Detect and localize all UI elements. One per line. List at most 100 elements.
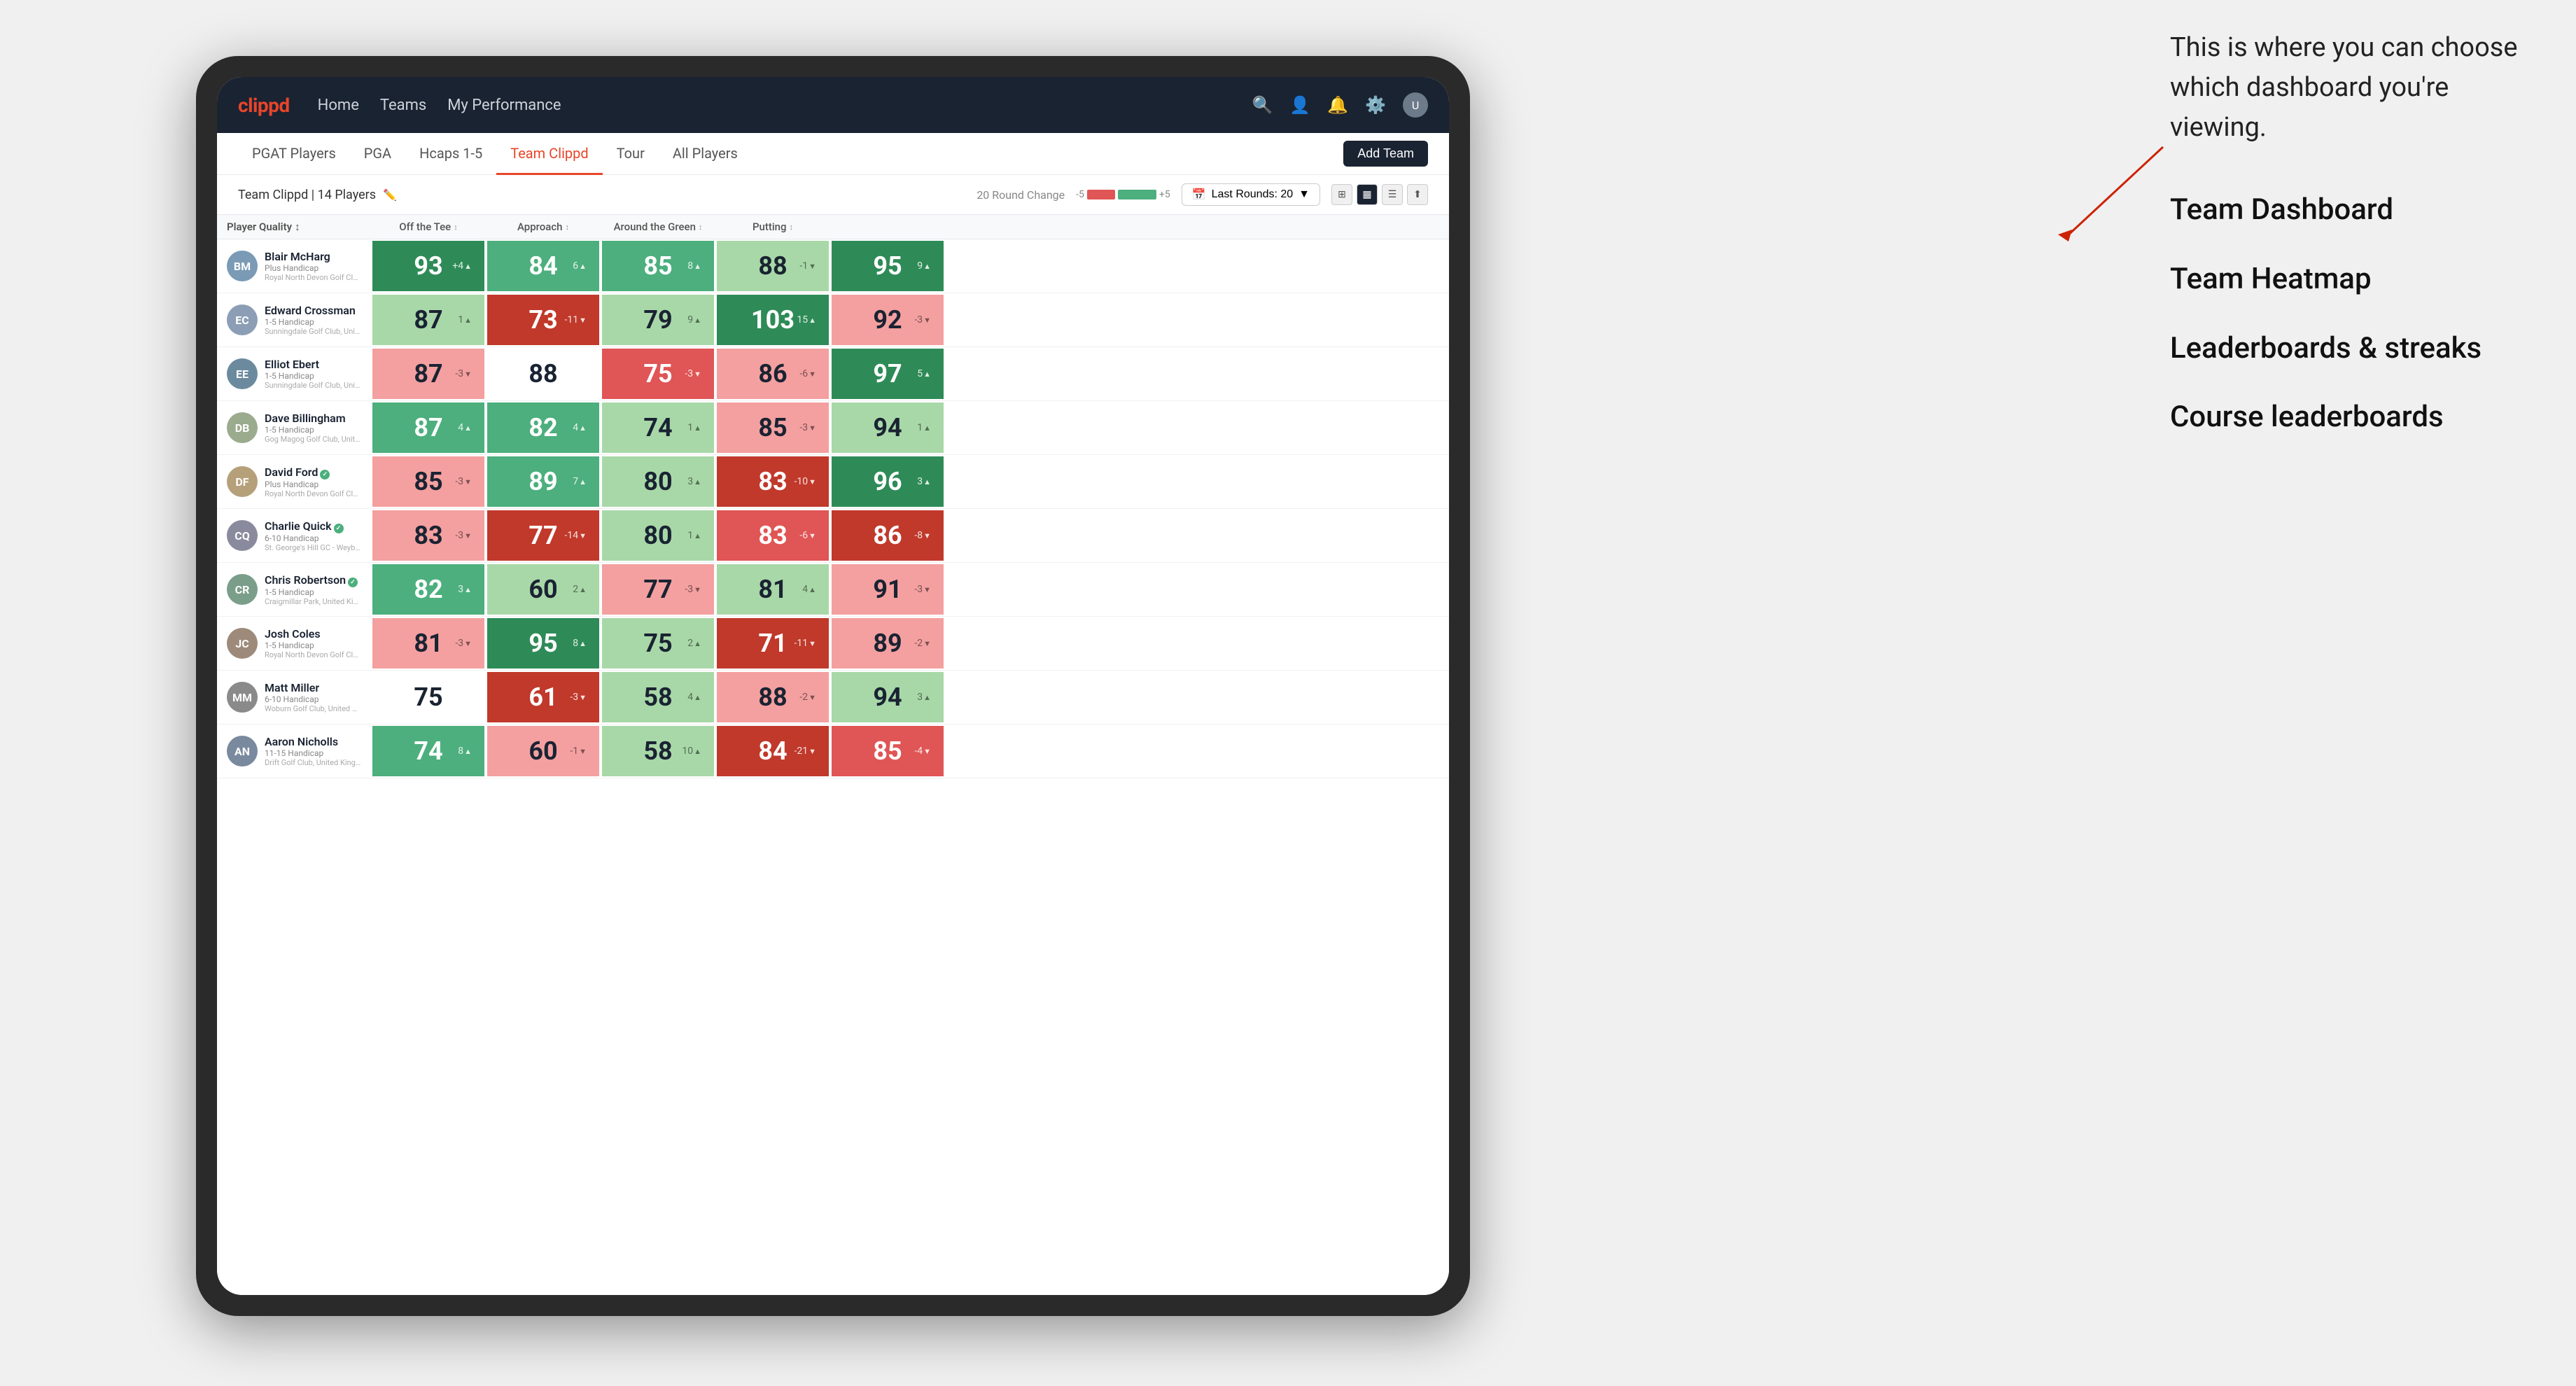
score-value: 103 [751,307,794,332]
avatar[interactable]: U [1403,92,1428,118]
player-info[interactable]: EEElliot Ebert1-5 HandicapSunningdale Go… [217,351,371,397]
score-change: 1▲ [458,314,472,326]
score-value: 77 [643,577,672,602]
player-details: Edward Crossman1-5 HandicapSunningdale G… [265,304,361,336]
player-info[interactable]: BMBlair McHargPlus HandicapRoyal North D… [217,243,371,289]
score-value: 93 [414,253,442,279]
player-info[interactable]: DFDavid Ford✓Plus HandicapRoyal North De… [217,458,371,505]
subnav-team-clippd[interactable]: Team Clippd [496,134,602,175]
score-value: 61 [528,685,557,710]
score-change: 3▲ [687,476,701,487]
score-value: 95 [528,631,557,656]
chevron-down-icon: ▼ [1298,188,1310,201]
player-club: Royal North Devon Golf Club, United King… [265,489,361,498]
score-around-green: 814▲ [717,564,829,615]
player-info[interactable]: CQCharlie Quick✓6-10 HandicapSt. George'… [217,512,371,559]
score-approach: 5810▲ [602,726,714,776]
sort-icon[interactable]: ↕ [295,220,300,233]
nav-my-performance[interactable]: My Performance [447,97,561,114]
table-row: EEElliot Ebert1-5 HandicapSunningdale Go… [217,347,1449,401]
subnav-tour[interactable]: Tour [603,134,659,175]
score-putting: 85-4▼ [832,726,944,776]
avatar: EE [227,358,258,389]
score-approach: 741▲ [602,402,714,453]
score-change: 6▲ [573,260,587,272]
score-value: 87 [414,361,442,386]
putting-header: Putting ↕ [715,220,830,233]
score-value: 58 [643,738,672,764]
table-row: JCJosh Coles1-5 HandicapRoyal North Devo… [217,617,1449,671]
subnav-pga[interactable]: PGA [350,134,405,175]
score-change: 4▲ [573,422,587,433]
player-name: Elliot Ebert [265,358,361,371]
score-value: 77 [528,523,557,548]
verified-icon: ✓ [320,470,330,479]
score-change: -1▼ [570,746,587,757]
grid-view-button[interactable]: ⊞ [1331,184,1352,205]
list-view-button[interactable]: ☰ [1382,184,1403,205]
player-handicap: 1-5 Handicap [265,425,361,435]
player-info[interactable]: ECEdward Crossman1-5 HandicapSunningdale… [217,297,371,343]
navbar-nav: Home Teams My Performance [318,97,1252,114]
avatar: MM [227,682,258,713]
score-value: 83 [758,523,787,548]
heatmap-view-button[interactable]: ▦ [1357,184,1378,205]
score-change: 5▲ [917,368,931,379]
settings-icon[interactable]: ⚙️ [1365,95,1386,115]
table-row: MMMatt Miller6-10 HandicapWoburn Golf Cl… [217,671,1449,724]
score-change: -3▼ [914,314,931,326]
avatar: JC [227,628,258,659]
round-change-label: 20 Round Change [976,188,1065,202]
nav-home[interactable]: Home [318,97,359,114]
score-value: 84 [528,253,557,279]
score-around-green: 88-2▼ [717,672,829,722]
subnav-all-players[interactable]: All Players [659,134,752,175]
player-info[interactable]: DBDave Billingham1-5 HandicapGog Magog G… [217,405,371,451]
player-name: Chris Robertson✓ [265,573,361,587]
player-details: David Ford✓Plus HandicapRoyal North Devo… [265,465,361,498]
player-details: Matt Miller6-10 HandicapWoburn Golf Club… [265,681,361,713]
view-icons: ⊞ ▦ ☰ ⬆ [1331,184,1428,205]
score-value: 83 [414,523,442,548]
last-rounds-button[interactable]: 📅 Last Rounds: 20 ▼ [1182,183,1320,206]
score-change: -3▼ [799,422,816,433]
score-value: 79 [643,307,672,332]
score-value: 81 [414,631,442,656]
score-value: 60 [528,738,557,764]
player-info[interactable]: ANAaron Nicholls11-15 HandicapDrift Golf… [217,728,371,774]
player-info[interactable]: CRChris Robertson✓1-5 HandicapCraigmilla… [217,566,371,613]
score-off-tee: 61-3▼ [487,672,599,722]
player-info[interactable]: MMMatt Miller6-10 HandicapWoburn Golf Cl… [217,674,371,720]
player-club: Drift Golf Club, United Kingdom [265,758,361,767]
score-player-quality: 871▲ [372,295,484,345]
player-name: Edward Crossman [265,304,361,317]
score-change: 9▲ [917,260,931,272]
score-change: 9▲ [687,314,701,326]
edit-icon[interactable]: ✏️ [383,188,397,202]
score-change: -3▼ [914,584,931,595]
bell-icon[interactable]: 🔔 [1327,95,1348,115]
score-value: 75 [643,361,672,386]
score-player-quality: 83-3▼ [372,510,484,561]
add-team-button[interactable]: Add Team [1343,141,1428,167]
score-value: 84 [758,738,787,764]
score-value: 96 [873,469,902,494]
expand-button[interactable]: ⬆ [1407,184,1428,205]
score-player-quality: 75 [372,672,484,722]
player-handicap: 1-5 Handicap [265,587,361,597]
subnav-hcaps[interactable]: Hcaps 1-5 [405,134,496,175]
score-change: 1▲ [687,422,701,433]
search-icon[interactable]: 🔍 [1252,95,1273,115]
score-player-quality: 748▲ [372,726,484,776]
nav-teams[interactable]: Teams [380,97,426,114]
player-quality-header: Player Quality ↕ [217,220,371,233]
player-handicap: Plus Handicap [265,263,361,273]
person-icon[interactable]: 👤 [1289,95,1310,115]
score-putting: 89-2▼ [832,618,944,668]
score-value: 97 [873,361,902,386]
player-info[interactable]: JCJosh Coles1-5 HandicapRoyal North Devo… [217,620,371,666]
score-change: -2▼ [799,692,816,703]
score-value: 85 [643,253,672,279]
score-change: -6▼ [799,368,816,379]
subnav-pgat[interactable]: PGAT Players [238,134,350,175]
